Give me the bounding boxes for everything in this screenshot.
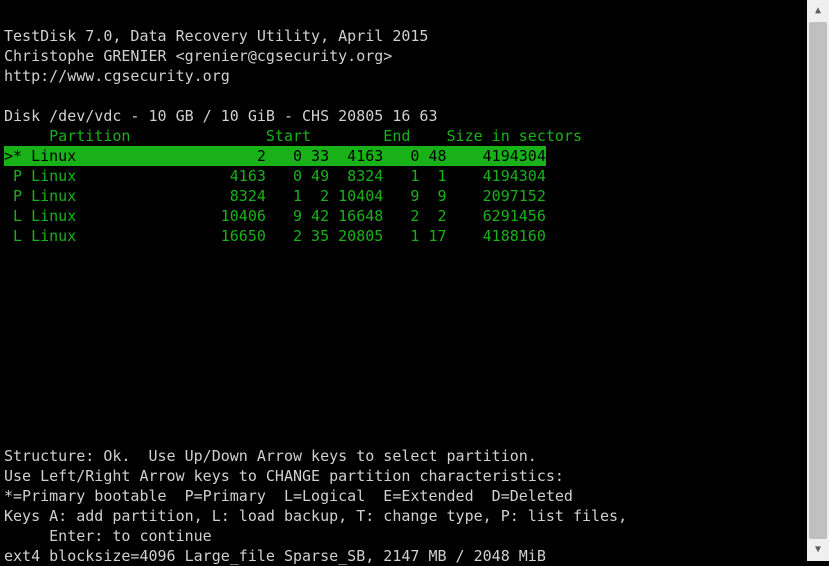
keys-line: Keys A: add partition, L: load backup, T… <box>4 507 627 525</box>
partition-row[interactable]: L Linux 10406 9 42 16648 2 2 6291456 <box>4 207 546 225</box>
disk-info: Disk /dev/vdc - 10 GB / 10 GiB - CHS 208… <box>4 107 437 125</box>
scroll-down-icon[interactable]: ▼ <box>807 539 829 561</box>
scroll-up-icon[interactable]: ▲ <box>807 0 829 22</box>
author-line: Christophe GRENIER <grenier@cgsecurity.o… <box>4 47 392 65</box>
terminal-output: TestDisk 7.0, Data Recovery Utility, Apr… <box>0 0 807 561</box>
legend-line: *=Primary bootable P=Primary L=Logical E… <box>4 487 573 505</box>
partition-row[interactable]: P Linux 8324 1 2 10404 9 9 2097152 <box>4 187 546 205</box>
url-line: http://www.cgsecurity.org <box>4 67 230 85</box>
app-title-line: TestDisk 7.0, Data Recovery Utility, Apr… <box>4 27 428 45</box>
help-line: Use Left/Right Arrow keys to CHANGE part… <box>4 467 564 485</box>
partition-row[interactable]: P Linux 4163 0 49 8324 1 1 4194304 <box>4 167 546 185</box>
fsinfo-line: ext4 blocksize=4096 Large_file Sparse_SB… <box>4 547 546 565</box>
partition-row[interactable]: L Linux 16650 2 35 20805 1 17 4188160 <box>4 227 546 245</box>
structure-status: Structure: Ok. Use Up/Down Arrow keys to… <box>4 447 537 465</box>
partition-table-header: Partition Start End Size in sectors <box>4 127 582 145</box>
partition-row-selected[interactable]: >* Linux 2 0 33 4163 0 48 4194304 <box>4 146 546 166</box>
scrollbar-thumb[interactable] <box>809 22 827 539</box>
scrollbar[interactable]: ▲ ▼ <box>807 0 829 561</box>
enter-line: Enter: to continue <box>4 527 212 545</box>
